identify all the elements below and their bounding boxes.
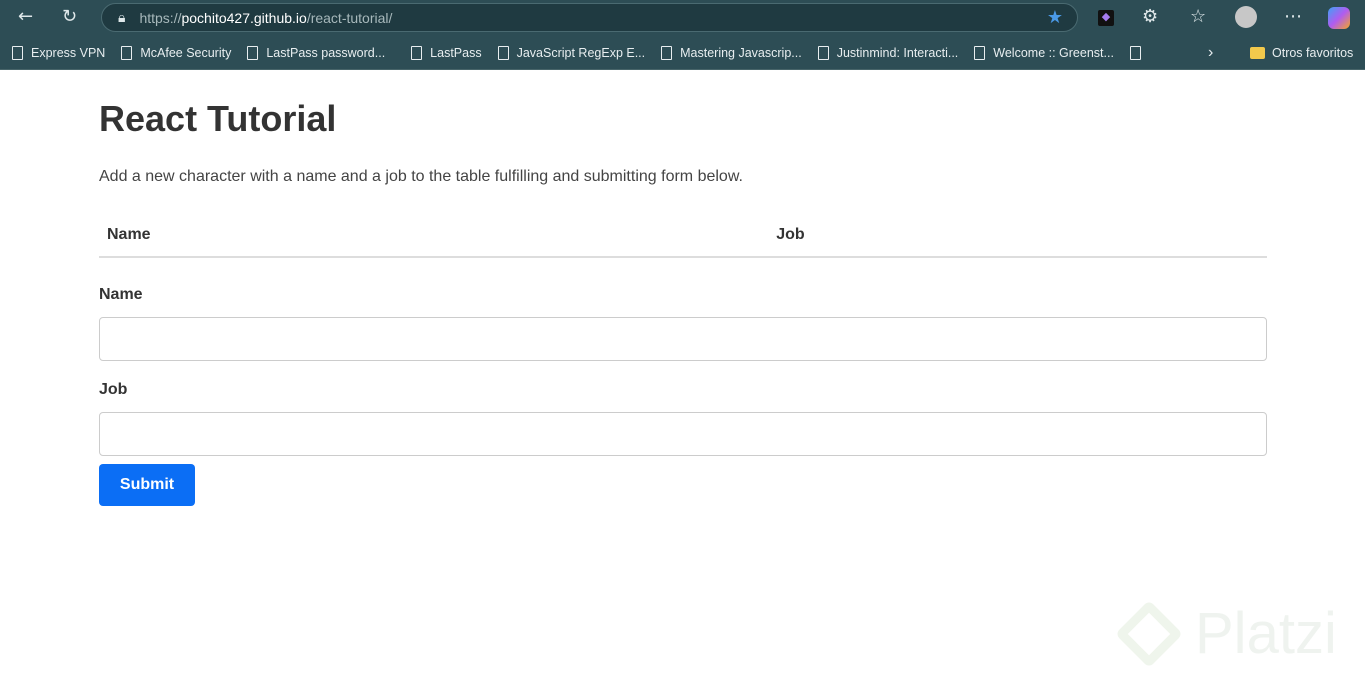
lock-icon: 🔒︎ bbox=[118, 9, 126, 25]
name-label: Name bbox=[99, 286, 143, 303]
profile-avatar[interactable] bbox=[1235, 6, 1257, 28]
bookmark[interactable]: LastPass password... bbox=[247, 45, 385, 60]
bookmark[interactable]: JavaScript RegExp E... bbox=[497, 45, 645, 60]
character-form: Name Job Submit bbox=[99, 286, 1267, 506]
extensions-puzzle-icon[interactable]: ⚙ bbox=[1142, 6, 1158, 27]
page-icon bbox=[1129, 45, 1141, 60]
copilot-icon[interactable] bbox=[1328, 7, 1350, 29]
bookmark[interactable]: LastPass bbox=[411, 45, 482, 60]
bookmark[interactable] bbox=[1129, 45, 1149, 60]
address-bar[interactable]: 🔒︎ https://pochito427.github.io/react-tu… bbox=[101, 3, 1078, 32]
bookmark[interactable]: Mastering Javascrip... bbox=[661, 45, 802, 60]
favorites-icon[interactable]: ☆ bbox=[1190, 6, 1206, 27]
main-content: React Tutorial Add a new character with … bbox=[99, 70, 1267, 506]
more-icon[interactable]: ⋯ bbox=[1284, 6, 1302, 27]
column-header-name: Name bbox=[99, 212, 769, 258]
browser-toolbar: ← ↻ 🔒︎ https://pochito427.github.io/reac… bbox=[0, 0, 1365, 36]
favorite-star-icon[interactable]: ★ bbox=[1047, 7, 1063, 28]
chevron-right-icon[interactable]: › bbox=[1208, 44, 1213, 62]
page-title: React Tutorial bbox=[99, 98, 337, 139]
column-header-job: Job bbox=[768, 212, 1267, 258]
page-description: Add a new character with a name and a jo… bbox=[99, 168, 743, 185]
page-icon bbox=[247, 45, 259, 60]
bookmark[interactable]: McAfee Security bbox=[121, 45, 231, 60]
name-input[interactable] bbox=[99, 317, 1267, 361]
refresh-icon[interactable]: ↻ bbox=[62, 6, 77, 27]
back-icon[interactable]: ← bbox=[18, 6, 33, 27]
bookmark[interactable]: Express VPN bbox=[12, 45, 105, 60]
job-label: Job bbox=[99, 381, 128, 398]
page-icon bbox=[121, 45, 133, 60]
platzi-watermark: Platzi bbox=[1115, 599, 1337, 668]
bookmark[interactable]: Justinmind: Interacti... bbox=[817, 45, 958, 60]
page-icon bbox=[12, 45, 23, 60]
extension-icon[interactable]: ◆ bbox=[1098, 10, 1114, 26]
platzi-logo-icon bbox=[1115, 599, 1183, 668]
page-icon bbox=[411, 45, 423, 60]
page-icon bbox=[497, 45, 509, 60]
bookmark[interactable]: Welcome :: Greenst... bbox=[974, 45, 1114, 60]
page-icon bbox=[817, 45, 829, 60]
characters-table: Name Job bbox=[99, 212, 1267, 258]
page-icon bbox=[974, 45, 986, 60]
job-input[interactable] bbox=[99, 412, 1267, 456]
submit-button[interactable]: Submit bbox=[99, 464, 195, 506]
page-icon bbox=[661, 45, 673, 60]
other-favorites[interactable]: Otros favoritos bbox=[1250, 46, 1353, 60]
bookmarks-bar: Express VPN McAfee Security LastPass pas… bbox=[0, 36, 1365, 70]
folder-icon bbox=[1250, 46, 1265, 59]
